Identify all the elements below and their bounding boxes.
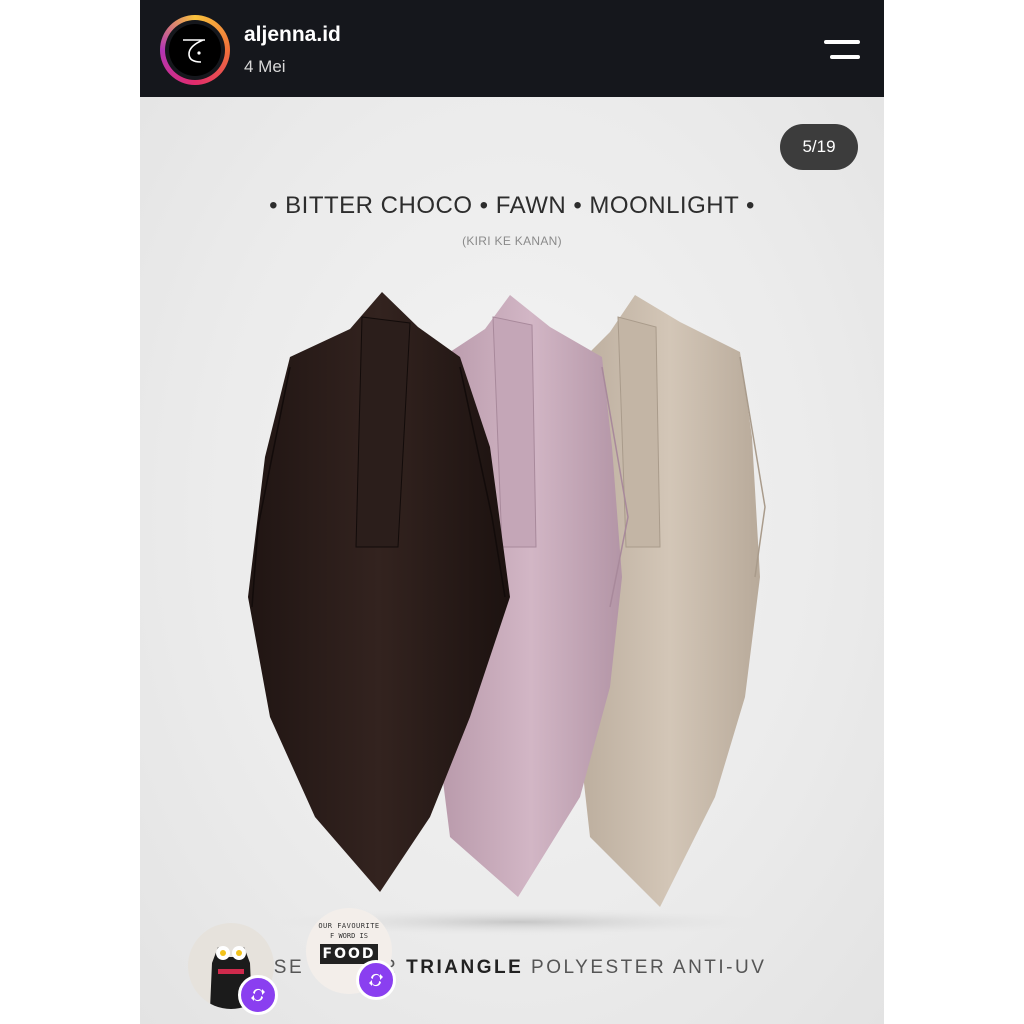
repost-avatar-1[interactable] (188, 923, 278, 1015)
post-header: aljenna.id 4 Mei (140, 0, 884, 97)
repost-icon[interactable] (356, 960, 396, 1000)
repost-avatar-2[interactable]: OUR FAVOURITE F WORD IS FOOD (306, 908, 396, 1000)
product-colors-subtitle: (KIRI KE KANAN) (462, 234, 562, 248)
khimar-garments-photo (248, 292, 780, 936)
profile-avatar[interactable] (160, 15, 230, 85)
slide-counter: 5/19 (780, 124, 858, 170)
account-name[interactable]: aljenna.id (244, 23, 341, 47)
hamburger-menu-icon[interactable] (822, 38, 862, 62)
phone-screen: aljenna.id 4 Mei 5/19 • BITTER CHOCO • F… (140, 0, 884, 1024)
post-image[interactable]: 5/19 • BITTER CHOCO • FAWN • MOONLIGHT •… (140, 97, 884, 1024)
post-date: 4 Mei (244, 57, 286, 76)
brand-logo-icon (169, 24, 221, 76)
product-colors-title: • BITTER CHOCO • FAWN • MOONLIGHT • (269, 192, 755, 219)
repost-icon[interactable] (238, 975, 278, 1015)
